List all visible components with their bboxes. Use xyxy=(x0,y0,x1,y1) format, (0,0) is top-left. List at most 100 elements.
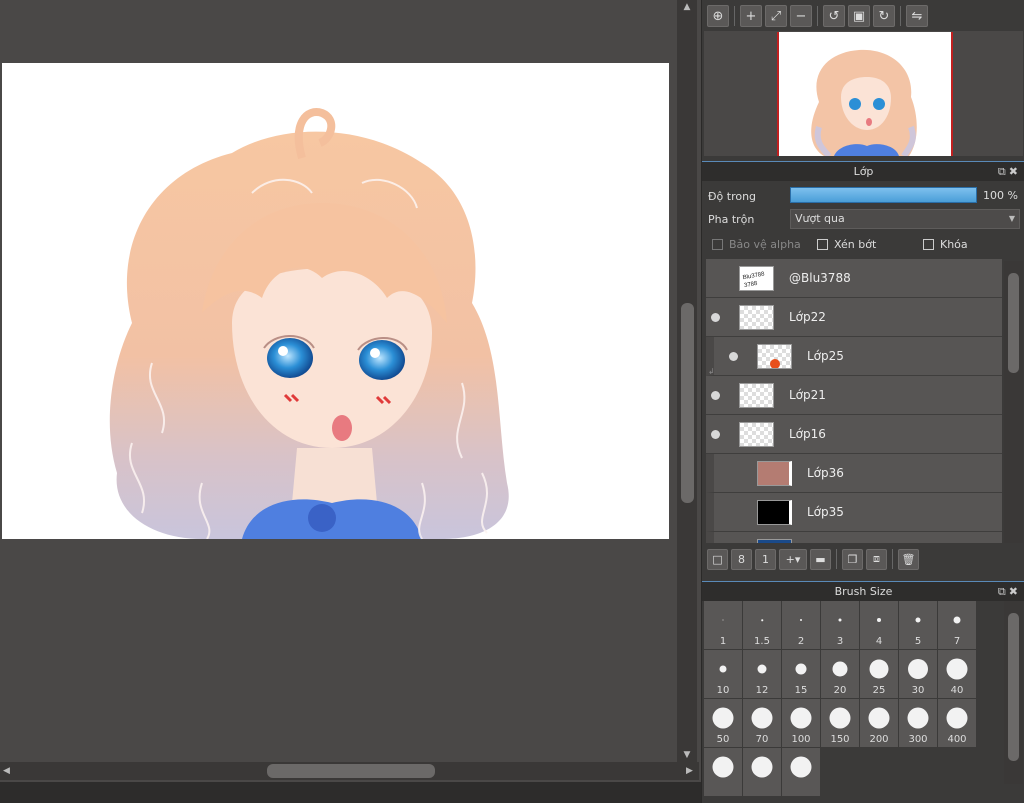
brush-scrollbar[interactable] xyxy=(1004,601,1023,784)
layer-name: Lớp35 xyxy=(807,505,844,519)
layer-row[interactable]: Lớp35 xyxy=(706,493,1002,532)
visibility-icon[interactable] xyxy=(711,391,720,400)
scroll-down-arrow-icon[interactable]: ▼ xyxy=(681,750,693,760)
brush-size-label: 200 xyxy=(869,734,889,745)
brush-panel-header: Brush Size ⧉✖ xyxy=(702,581,1024,601)
fullscreen-icon[interactable]: ▣ xyxy=(848,5,870,27)
brush-size-cell[interactable]: 200 xyxy=(860,699,898,747)
brush-size-cell[interactable]: 1.5 xyxy=(743,601,781,649)
brush-size-label: 400 xyxy=(947,734,967,745)
merge-layer-icon[interactable]: ⧈ xyxy=(866,548,887,570)
layer-row[interactable]: ↲ Lớp25 xyxy=(706,337,1002,376)
layer-list-scrollbar[interactable] xyxy=(1004,261,1023,543)
brush-size-cell[interactable]: 50 xyxy=(704,699,742,747)
brush-size-cell[interactable]: 4 xyxy=(860,601,898,649)
brush-size-cell[interactable]: 100 xyxy=(782,699,820,747)
brush-dot-icon xyxy=(953,616,961,624)
clipping-checkbox[interactable]: Xén bớt xyxy=(817,238,876,251)
chevron-down-icon: ▼ xyxy=(1008,214,1015,223)
brush-size-cell[interactable]: 1 xyxy=(704,601,742,649)
scroll-left-arrow-icon[interactable]: ◀ xyxy=(3,765,13,777)
brush-size-label: 30 xyxy=(911,685,925,696)
brush-dot-icon xyxy=(790,756,812,778)
fit-icon[interactable]: ⤢ xyxy=(765,5,787,27)
layer-row[interactable]: Lớp22 xyxy=(706,298,1002,337)
brush-size-cell[interactable]: 400 xyxy=(938,699,976,747)
add-layer-dropdown-icon[interactable]: +▾ xyxy=(779,548,807,570)
brush-size-label: 10 xyxy=(716,685,730,696)
brush-size-cell[interactable]: 3 xyxy=(821,601,859,649)
layer-panel-title: Lớp xyxy=(853,165,874,178)
visibility-icon[interactable] xyxy=(711,430,720,439)
brush-size-cell[interactable]: 20 xyxy=(821,650,859,698)
brush-size-cell[interactable]: 10 xyxy=(704,650,742,698)
brush-size-cell[interactable]: 12 xyxy=(743,650,781,698)
blend-mode-select[interactable]: Vượt qua ▼ xyxy=(790,209,1020,229)
brush-size-label: 100 xyxy=(791,734,811,745)
brush-dot-icon xyxy=(757,664,767,674)
layer-row[interactable] xyxy=(706,532,1002,543)
brush-size-label: 2 xyxy=(797,636,805,647)
canvas-horizontal-scrollbar[interactable]: ◀ ▶ xyxy=(0,762,699,780)
brush-scroll-thumb[interactable] xyxy=(1008,613,1019,761)
opacity-slider[interactable] xyxy=(790,187,977,203)
folder-icon[interactable]: ▬ xyxy=(810,548,831,570)
vertical-scroll-thumb[interactable] xyxy=(681,303,694,503)
brush-size-cell[interactable]: 15 xyxy=(782,650,820,698)
visibility-icon[interactable] xyxy=(729,352,738,361)
brush-size-cell[interactable]: 300 xyxy=(899,699,937,747)
brush-size-cell[interactable]: 5 xyxy=(899,601,937,649)
navigator-thumbnail[interactable] xyxy=(777,32,953,156)
brush-size-cell[interactable]: 30 xyxy=(899,650,937,698)
layer-thumbnail: Blu3788 3788 xyxy=(739,266,774,291)
blend-mode-value: Vượt qua xyxy=(795,212,845,225)
brush-size-cell[interactable] xyxy=(704,748,742,796)
brush-size-cell[interactable] xyxy=(782,748,820,796)
close-icon[interactable]: ✖ xyxy=(1009,165,1021,178)
brush-size-cell[interactable]: 2 xyxy=(782,601,820,649)
brush-size-cell[interactable]: 70 xyxy=(743,699,781,747)
brush-dot-icon xyxy=(761,619,763,621)
toolbar-divider xyxy=(892,549,893,569)
rotate-right-icon[interactable]: ↻ xyxy=(873,5,895,27)
duplicate-layer-icon[interactable]: ❐ xyxy=(842,548,863,570)
popout-icon[interactable]: ⧉ xyxy=(998,165,1009,178)
zoom-in-icon[interactable]: + xyxy=(740,5,762,27)
layer-thumbnail xyxy=(757,500,792,525)
layer-row[interactable]: Lớp16 xyxy=(706,415,1002,454)
lock-checkbox[interactable]: Khóa xyxy=(923,238,968,251)
layer-row[interactable]: Lớp21 xyxy=(706,376,1002,415)
brush-dot-icon xyxy=(868,707,890,729)
horizontal-scroll-thumb[interactable] xyxy=(267,764,435,778)
protect-alpha-checkbox[interactable]: Bảo vệ alpha xyxy=(712,238,801,251)
zoom-reset-icon[interactable]: ⊕ xyxy=(707,5,729,27)
brush-size-cell[interactable]: 40 xyxy=(938,650,976,698)
new-layer-8bit-icon[interactable]: 8 xyxy=(731,548,752,570)
layer-scroll-thumb[interactable] xyxy=(1008,273,1019,373)
brush-size-cell[interactable] xyxy=(743,748,781,796)
brush-size-cell[interactable]: 7 xyxy=(938,601,976,649)
new-layer-1bit-icon[interactable]: 1 xyxy=(755,548,776,570)
drawing-canvas[interactable] xyxy=(2,63,669,539)
brush-dot-icon xyxy=(946,658,968,680)
visibility-icon[interactable] xyxy=(711,313,720,322)
scroll-right-arrow-icon[interactable]: ▶ xyxy=(686,765,696,777)
popout-icon[interactable]: ⧉ xyxy=(998,585,1009,598)
canvas-vertical-scrollbar[interactable]: ▲ ▼ xyxy=(677,0,697,762)
canvas-area[interactable]: ▲ ▼ ◀ ▶ xyxy=(0,0,699,783)
brush-size-cell[interactable]: 25 xyxy=(860,650,898,698)
brush-dot-icon xyxy=(712,707,734,729)
navigator-preview[interactable] xyxy=(704,31,1023,156)
brush-dot-icon xyxy=(946,707,968,729)
rotate-left-icon[interactable]: ↺ xyxy=(823,5,845,27)
new-layer-icon[interactable]: □ xyxy=(707,548,728,570)
scroll-up-arrow-icon[interactable]: ▲ xyxy=(681,2,693,12)
flip-icon[interactable]: ⇋ xyxy=(906,5,928,27)
layer-row[interactable]: Blu3788 3788 @Blu3788 xyxy=(706,259,1002,298)
brush-size-cell[interactable]: 150 xyxy=(821,699,859,747)
trash-icon[interactable]: 🗑 xyxy=(898,548,919,570)
zoom-out-icon[interactable]: − xyxy=(790,5,812,27)
close-icon[interactable]: ✖ xyxy=(1009,585,1021,598)
layer-row[interactable]: Lớp36 xyxy=(706,454,1002,493)
brush-dot-icon xyxy=(877,618,881,622)
